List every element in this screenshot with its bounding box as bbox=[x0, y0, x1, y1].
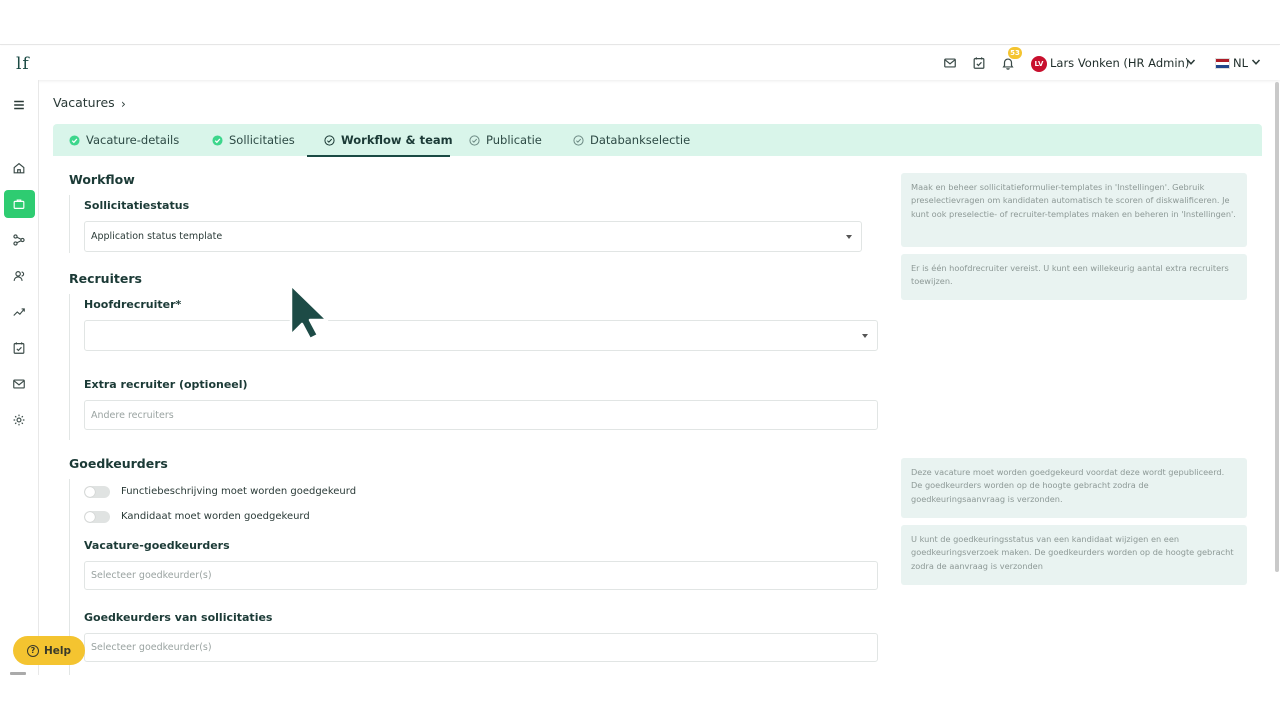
workflow-icon[interactable] bbox=[12, 233, 26, 247]
task-check-icon[interactable] bbox=[972, 56, 986, 70]
question-icon: ? bbox=[26, 644, 39, 657]
section-divider bbox=[69, 195, 70, 253]
tab-workflow-team[interactable]: Workflow & team bbox=[324, 124, 453, 156]
recruiters-title: Recruiters bbox=[69, 271, 142, 286]
status-select[interactable]: Application status template bbox=[84, 221, 862, 252]
scrollbar[interactable] bbox=[1275, 82, 1279, 572]
breadcrumb-chevron-icon: › bbox=[121, 97, 126, 111]
tab-databankselectie[interactable]: Databankselectie bbox=[573, 124, 690, 156]
step-tabs: Vacature-details Sollicitaties Workflow … bbox=[53, 124, 1262, 156]
menu-icon[interactable] bbox=[12, 98, 26, 112]
section-divider bbox=[69, 294, 70, 440]
tab-sollicitaties[interactable]: Sollicitaties bbox=[212, 124, 295, 156]
notification-badge: 53 bbox=[1008, 47, 1022, 59]
avatar[interactable]: LV bbox=[1031, 56, 1047, 72]
users-icon[interactable] bbox=[12, 269, 26, 283]
logo[interactable]: lf bbox=[16, 54, 30, 74]
extra-recruiter-placeholder: Andere recruiters bbox=[91, 409, 174, 421]
workflow-title: Workflow bbox=[69, 172, 135, 187]
main-recruiter-select[interactable] bbox=[84, 320, 878, 351]
workflow-info: Maak en beheer sollicitatieformulier-tem… bbox=[901, 173, 1247, 247]
browser-top-area bbox=[0, 0, 1280, 45]
chevron-down-icon[interactable] bbox=[1186, 57, 1196, 67]
caret-down-icon bbox=[862, 333, 868, 338]
check-circle-outline-icon bbox=[469, 134, 480, 146]
mouse-cursor-icon bbox=[289, 283, 329, 341]
active-tab-indicator bbox=[307, 155, 450, 157]
caret-down-icon bbox=[846, 234, 852, 239]
application-approvers-input[interactable]: Selecteer goedkeurder(s) bbox=[84, 633, 878, 662]
approvers-title: Goedkeurders bbox=[69, 456, 168, 471]
check-circle-icon bbox=[69, 134, 80, 146]
chevron-down-icon[interactable] bbox=[1251, 57, 1261, 67]
approvers-info-candidate: U kunt de goedkeuringsstatus van een kan… bbox=[901, 525, 1247, 585]
status-label: Sollicitatiestatus bbox=[84, 199, 190, 212]
job-description-approval-label: Functiebeschrijving moet worden goedgeke… bbox=[121, 486, 357, 497]
tab-label: Publicatie bbox=[486, 133, 542, 147]
vacancy-approvers-placeholder: Selecteer goedkeurder(s) bbox=[91, 570, 212, 581]
gear-icon[interactable] bbox=[12, 413, 26, 427]
mail-icon[interactable] bbox=[943, 56, 957, 70]
status-select-value: Application status template bbox=[91, 231, 223, 242]
tab-publicatie[interactable]: Publicatie bbox=[469, 124, 542, 156]
main-recruiter-label: Hoofdrecruiter* bbox=[84, 298, 182, 311]
tab-label: Workflow & team bbox=[341, 133, 453, 147]
calendar-check-icon[interactable] bbox=[12, 341, 26, 355]
tab-vacature-details[interactable]: Vacature-details bbox=[69, 124, 179, 156]
application-approvers-placeholder: Selecteer goedkeurder(s) bbox=[91, 642, 212, 653]
home-icon[interactable] bbox=[12, 161, 26, 175]
bottom-handle bbox=[10, 672, 26, 675]
job-description-approval-toggle[interactable] bbox=[84, 486, 110, 498]
tab-label: Sollicitaties bbox=[229, 133, 295, 147]
vacancy-approvers-label: Vacature-goedkeurders bbox=[84, 539, 230, 552]
vacancy-approvers-input[interactable]: Selecteer goedkeurder(s) bbox=[84, 561, 878, 590]
candidate-approval-label: Kandidaat moet worden goedgekeurd bbox=[121, 511, 310, 522]
check-circle-outline-icon bbox=[573, 134, 584, 146]
help-label: Help bbox=[43, 644, 72, 657]
tab-label: Databankselectie bbox=[590, 133, 691, 147]
extra-recruiter-label: Extra recruiter (optioneel) bbox=[84, 378, 248, 391]
language-selector[interactable]: NL bbox=[1233, 56, 1248, 70]
breadcrumb[interactable]: Vacatures bbox=[53, 95, 115, 110]
check-circle-outline-icon bbox=[324, 134, 335, 146]
briefcase-icon[interactable] bbox=[12, 197, 26, 211]
candidate-approval-toggle[interactable] bbox=[84, 511, 110, 523]
application-approvers-label: Goedkeurders van sollicitaties bbox=[84, 611, 273, 624]
check-circle-icon bbox=[212, 134, 223, 146]
approvers-info-vacancy: Deze vacature moet worden goedgekeurd vo… bbox=[901, 458, 1247, 518]
user-name[interactable]: Lars Vonken (HR Admin) bbox=[1050, 56, 1189, 70]
flag-nl-icon[interactable] bbox=[1215, 58, 1230, 69]
recruiters-info: Er is één hoofdrecruiter vereist. U kunt… bbox=[901, 254, 1247, 300]
help-button[interactable]: ? Help bbox=[13, 636, 85, 665]
mail-icon[interactable] bbox=[12, 377, 26, 391]
extra-recruiter-input[interactable]: Andere recruiters bbox=[84, 400, 878, 430]
tab-label: Vacature-details bbox=[86, 133, 180, 147]
chart-icon[interactable] bbox=[12, 305, 26, 319]
